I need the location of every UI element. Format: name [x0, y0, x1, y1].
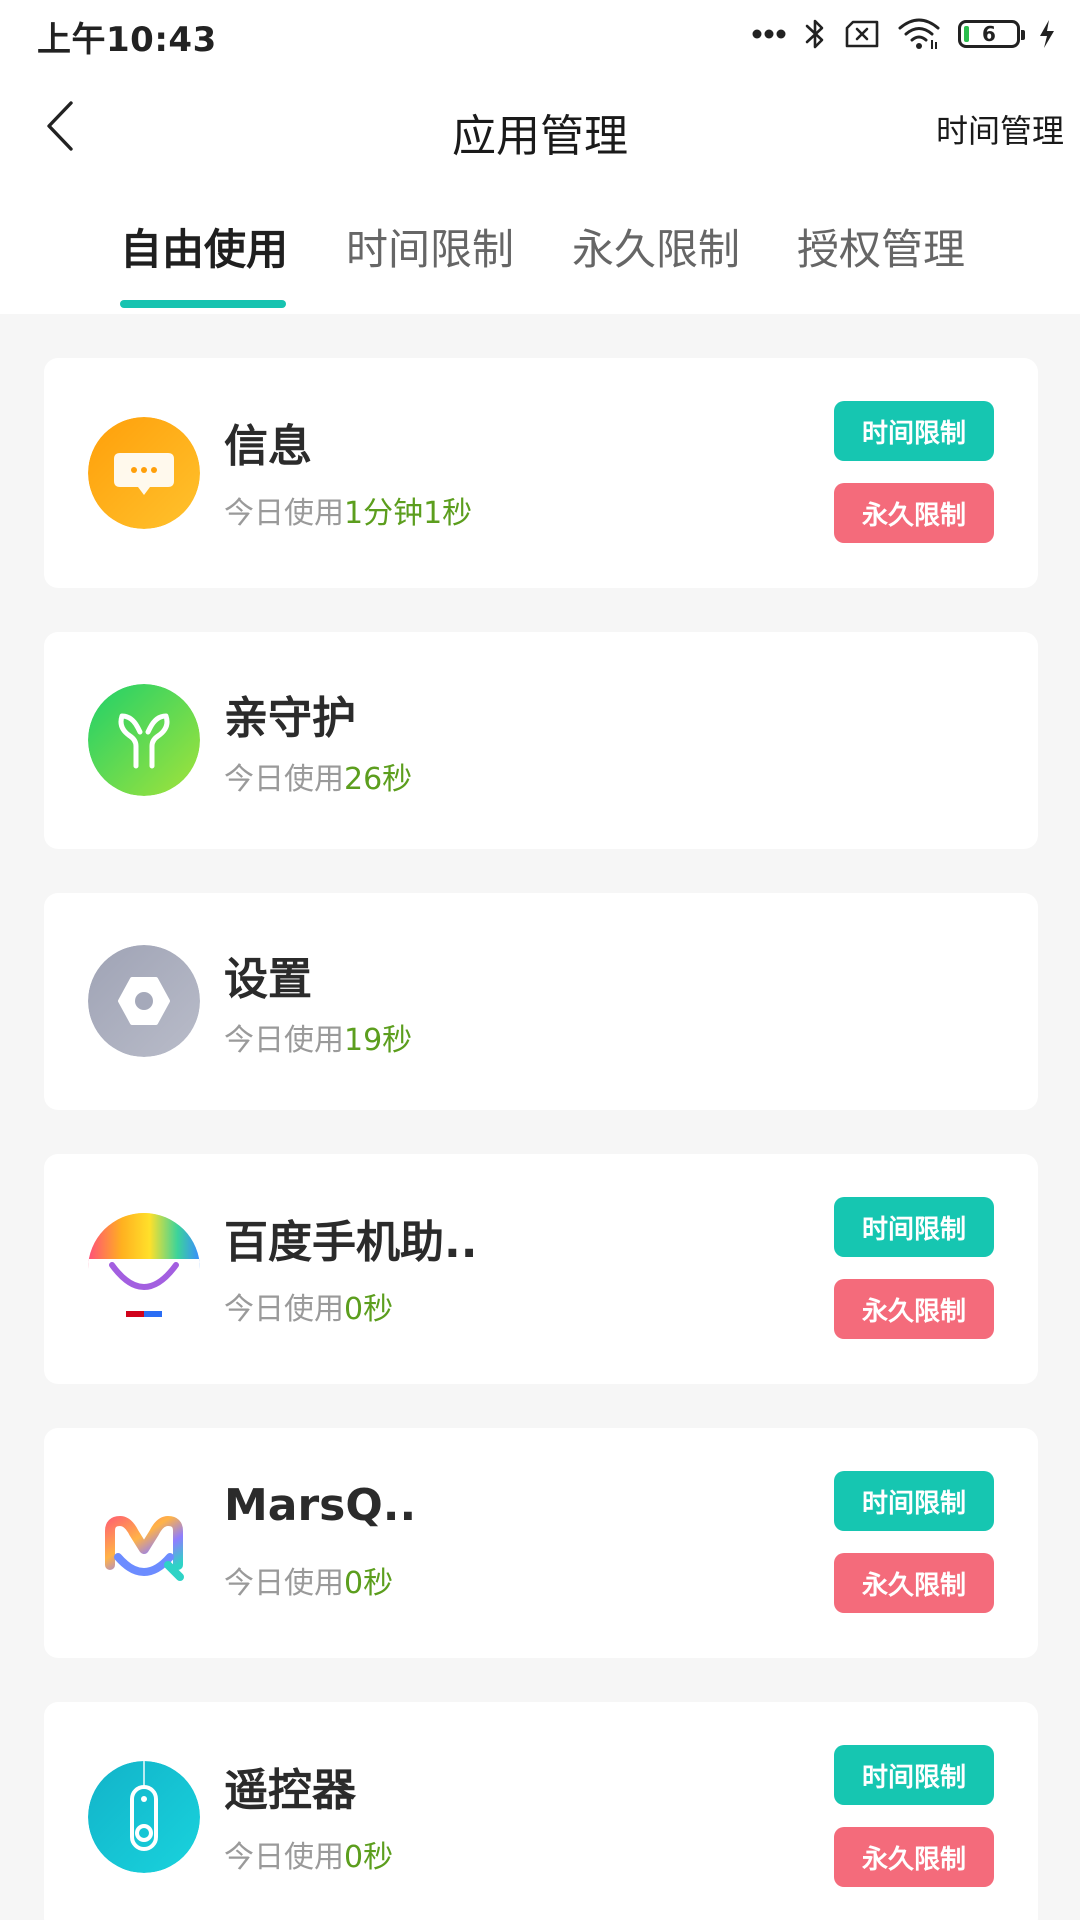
app-name: MarsQ..: [224, 1480, 417, 1531]
list-item[interactable]: 设置 今日使用19秒: [44, 893, 1038, 1110]
app-name: 百度手机助..: [224, 1217, 478, 1268]
app-name: 信息: [224, 421, 312, 472]
title-bar: 应用管理 时间管理: [0, 80, 1080, 176]
time-management-link[interactable]: 时间管理: [936, 106, 1064, 152]
usage-label: 今日使用: [224, 1292, 344, 1327]
usage-text: 今日使用0秒: [224, 1832, 393, 1876]
usage-label: 今日使用: [224, 1566, 344, 1601]
app-screen: 上午10:43 6 应用管理 时间管理 自由使用 时间限制 永久限制 授权管理 …: [0, 0, 1080, 1920]
battery-icon: 6: [958, 20, 1025, 48]
wifi-icon: [898, 18, 940, 50]
time-limit-button[interactable]: 时间限制: [834, 1197, 994, 1257]
time-limit-button[interactable]: 时间限制: [834, 1745, 994, 1805]
app-name: 亲守护: [224, 693, 356, 744]
app-list: 信息 今日使用1分钟1秒 时间限制 永久限制 亲守护 今日使用26秒 设置 今日…: [44, 358, 1038, 1920]
usage-text: 今日使用1分钟1秒: [224, 488, 472, 532]
usage-label: 今日使用: [224, 1840, 344, 1875]
marsq-icon: [88, 1487, 200, 1599]
usage-value: 0秒: [344, 1566, 394, 1601]
usage-value: 26秒: [344, 762, 413, 797]
status-time: 上午10:43: [37, 20, 217, 60]
app-name: 遥控器: [224, 1765, 356, 1816]
usage-value: 19秒: [344, 1023, 413, 1058]
charging-bolt-icon: [1038, 19, 1056, 49]
battery-level: 6: [982, 22, 996, 46]
bluetooth-icon: [804, 17, 826, 51]
tab-time-limit[interactable]: 时间限制: [346, 216, 514, 277]
usage-label: 今日使用: [224, 762, 344, 797]
tab-authorization[interactable]: 授权管理: [797, 216, 965, 277]
usage-label: 今日使用: [224, 496, 344, 531]
usage-label: 今日使用: [224, 1023, 344, 1058]
usage-text: 今日使用26秒: [224, 754, 412, 798]
list-item[interactable]: 亲守护 今日使用26秒: [44, 632, 1038, 849]
list-item[interactable]: 遥控器 今日使用0秒 时间限制 永久限制: [44, 1702, 1038, 1920]
messages-icon: [88, 417, 200, 529]
list-item[interactable]: 信息 今日使用1分钟1秒 时间限制 永久限制: [44, 358, 1038, 588]
list-item[interactable]: 百度手机助.. 今日使用0秒 时间限制 永久限制: [44, 1154, 1038, 1384]
list-item[interactable]: MarsQ.. 今日使用0秒 时间限制 永久限制: [44, 1428, 1038, 1658]
app-name: 设置: [224, 954, 312, 1005]
usage-value: 1分钟1秒: [344, 496, 473, 531]
remote-control-icon: [88, 1761, 200, 1873]
qinshouhu-icon: [88, 684, 200, 796]
settings-icon: [88, 945, 200, 1057]
sim-card-x-icon: [844, 20, 880, 48]
permanent-limit-button[interactable]: 永久限制: [834, 483, 994, 543]
status-icons: 6: [752, 14, 1056, 54]
usage-value: 0秒: [344, 1840, 394, 1875]
baidu-assistant-icon: [88, 1213, 200, 1325]
permanent-limit-button[interactable]: 永久限制: [834, 1827, 994, 1887]
tab-active-indicator: [120, 300, 286, 308]
usage-value: 0秒: [344, 1292, 394, 1327]
more-dots-icon: [752, 29, 786, 39]
tab-free-use[interactable]: 自由使用: [120, 216, 288, 277]
status-bar: 上午10:43 6: [0, 0, 1080, 66]
permanent-limit-button[interactable]: 永久限制: [834, 1553, 994, 1613]
time-limit-button[interactable]: 时间限制: [834, 401, 994, 461]
tab-permanent-limit[interactable]: 永久限制: [572, 216, 740, 277]
permanent-limit-button[interactable]: 永久限制: [834, 1279, 994, 1339]
usage-text: 今日使用0秒: [224, 1558, 393, 1602]
usage-text: 今日使用19秒: [224, 1015, 412, 1059]
usage-text: 今日使用0秒: [224, 1284, 393, 1328]
page-title: 应用管理: [452, 111, 628, 162]
header: 上午10:43 6 应用管理 时间管理 自由使用 时间限制 永久限制 授权管理: [0, 0, 1080, 314]
tab-bar: 自由使用 时间限制 永久限制 授权管理: [0, 216, 1080, 314]
time-limit-button[interactable]: 时间限制: [834, 1471, 994, 1531]
